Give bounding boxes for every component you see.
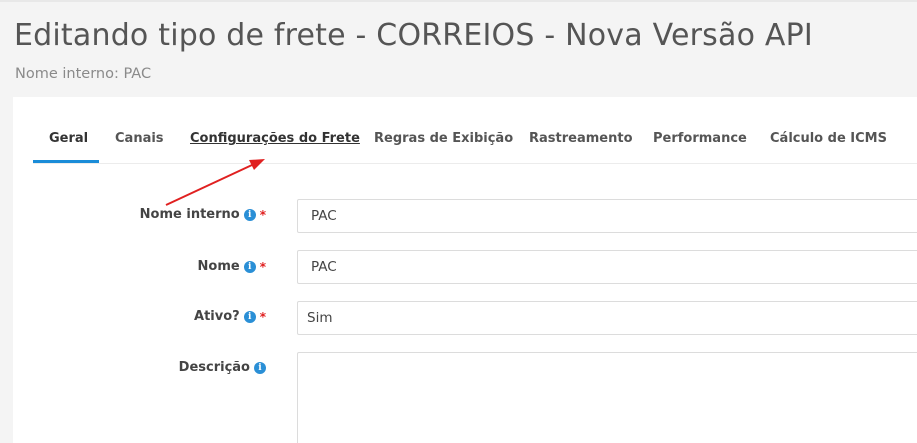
tab-bar: Geral Canais Configurações do Frete Regr… bbox=[33, 97, 917, 164]
tab-rastreamento[interactable]: Rastreamento bbox=[529, 131, 633, 146]
nome-label: Nome bbox=[197, 259, 240, 274]
descricao-label-row: Descrição i bbox=[179, 360, 266, 375]
info-icon[interactable]: i bbox=[243, 208, 256, 221]
tab-canais[interactable]: Canais bbox=[115, 131, 164, 146]
page-subtitle: Nome interno: PAC bbox=[15, 66, 152, 82]
tab-calculo-de-icms[interactable]: Cálculo de ICMS bbox=[770, 131, 887, 146]
tab-performance[interactable]: Performance bbox=[653, 131, 747, 146]
nome-input[interactable]: PAC bbox=[297, 250, 917, 284]
top-divider bbox=[0, 0, 917, 2]
required-marker: * bbox=[259, 207, 266, 222]
ativo-label-row: Ativo? i * bbox=[194, 309, 266, 324]
tab-geral[interactable]: Geral bbox=[49, 131, 88, 146]
info-icon[interactable]: i bbox=[254, 361, 266, 374]
active-tab-indicator bbox=[33, 160, 99, 163]
required-marker: * bbox=[259, 259, 266, 274]
ativo-select[interactable]: Sim bbox=[297, 301, 917, 335]
required-marker: * bbox=[259, 309, 266, 324]
edit-card: Geral Canais Configurações do Frete Regr… bbox=[13, 97, 917, 443]
nome-interno-label-row: Nome interno i * bbox=[140, 207, 266, 222]
nome-interno-label: Nome interno bbox=[139, 207, 240, 222]
ativo-label: Ativo? bbox=[194, 309, 240, 324]
nome-label-row: Nome i * bbox=[198, 259, 266, 274]
page: Editando tipo de frete - CORREIOS - Nova… bbox=[0, 0, 917, 443]
descricao-label: Descrição bbox=[178, 360, 250, 375]
tab-regras-de-exibicao[interactable]: Regras de Exibição bbox=[374, 131, 513, 146]
nome-interno-input[interactable]: PAC bbox=[297, 199, 917, 233]
descricao-textarea[interactable] bbox=[297, 352, 917, 443]
tab-configuracoes-do-frete[interactable]: Configurações do Frete bbox=[190, 131, 360, 146]
page-title: Editando tipo de frete - CORREIOS - Nova… bbox=[14, 18, 813, 53]
info-icon[interactable]: i bbox=[243, 310, 256, 323]
info-icon[interactable]: i bbox=[243, 260, 256, 273]
